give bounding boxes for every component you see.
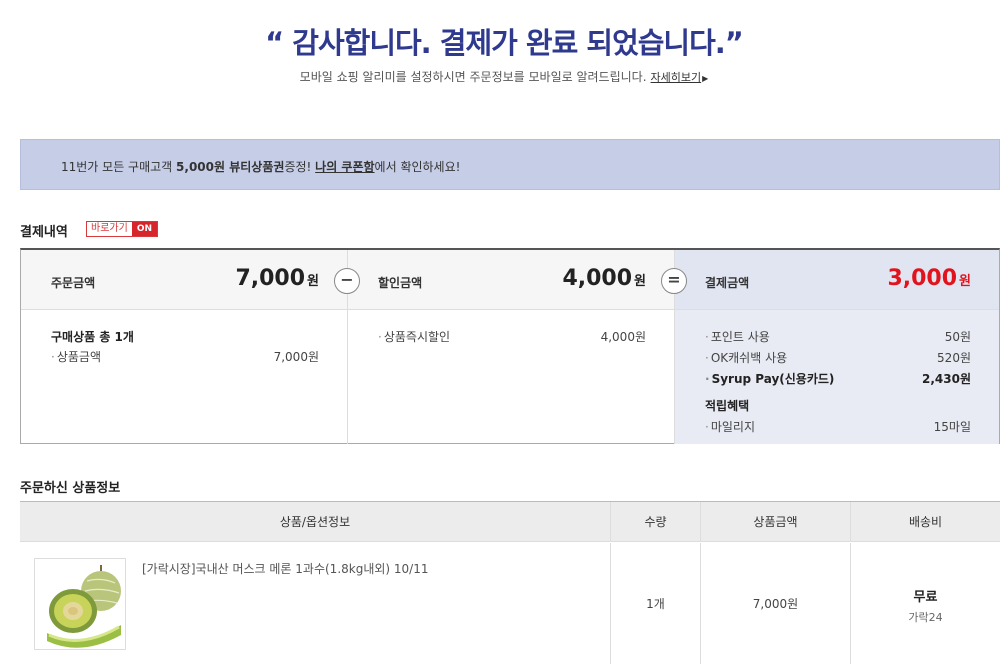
row-value: 15마일: [933, 420, 971, 434]
col-price: 상품금액: [701, 502, 851, 542]
order-amount-label: 주문금액: [51, 276, 96, 290]
page-title: “ 감사합니다. 결제가 완료 되었습니다.”: [265, 26, 744, 60]
discount-amount-unit: 원: [634, 274, 646, 289]
bullet-icon: ·: [705, 330, 709, 344]
discount-amount-header: 할인금액 4,000 원: [348, 250, 674, 310]
item-shipping: 무료 가락24: [851, 543, 1000, 664]
bullet-icon: ·: [705, 372, 710, 386]
minus-icon: −: [334, 268, 360, 294]
order-amount-header: 주문금액 7,000 원: [21, 250, 347, 310]
discount-amount-label: 할인금액: [378, 276, 423, 290]
shipping-origin: 가락24: [908, 611, 943, 624]
row-label: OK캐쉬백 사용: [710, 351, 788, 365]
mobile-alert-text: 모바일 쇼핑 알리미를 설정하시면 주문정보를 모바일로 알려드립니다.: [299, 70, 647, 84]
bullet-icon: ·: [51, 350, 55, 364]
item-quantity: 1개: [611, 543, 701, 664]
row-value: 50원: [944, 330, 971, 344]
col-quantity: 수량: [611, 502, 701, 542]
point-usage-row: · 포인트 사용 50원: [705, 328, 971, 345]
payment-section-title: 결제내역: [20, 225, 68, 240]
total-amount-header: 결제금액 3,000 원: [675, 250, 999, 310]
coupon-banner-text: 11번가 모든 구매고객 5,000원 뷰티상품권증정! 나의 쿠폰함에서 확인…: [61, 158, 460, 175]
more-info-link[interactable]: 자세히보기: [651, 71, 702, 84]
mileage-row: · 마일리지 15마일: [705, 418, 971, 435]
row-value: 2,430원: [922, 372, 971, 386]
row-value: 7,000원: [273, 350, 319, 364]
total-amount-number: 3,000: [887, 266, 958, 291]
order-info-section-title: 주문하신 상품정보: [20, 481, 121, 496]
order-amount-value: 7,000 원: [235, 266, 319, 291]
completion-header: “ 감사합니다. 결제가 완료 되었습니다.” 모바일 쇼핑 알리미를 설정하시…: [0, 0, 1008, 120]
equals-icon: =: [661, 268, 687, 294]
order-amount-column: 주문금액 7,000 원 구매상품 총 1개 · 상품금액 7,000원: [21, 250, 347, 444]
on-badge: ON: [131, 222, 157, 236]
total-amount-unit: 원: [959, 274, 971, 289]
row-label: 마일리지: [710, 420, 755, 434]
chevron-right-icon: ▶: [702, 74, 709, 83]
discount-amount-value: 4,000 원: [562, 266, 646, 291]
banner-highlight: 5,000원 뷰티상품권: [176, 160, 285, 174]
shipping-fee: 무료: [913, 590, 938, 605]
row-label: Syrup Pay(신용카드): [711, 372, 835, 386]
product-thumbnail[interactable]: [34, 558, 126, 650]
row-label: 상품즉시할인: [383, 330, 451, 344]
okcashbag-usage-row: · OK캐쉬백 사용 520원: [705, 349, 971, 366]
instant-discount-row: · 상품즉시할인 4,000원: [378, 328, 646, 345]
bullet-icon: ·: [378, 330, 382, 344]
coupon-banner: 11번가 모든 구매고객 5,000원 뷰티상품권증정! 나의 쿠폰함에서 확인…: [20, 139, 1000, 190]
total-amount-column: 결제금액 3,000 원 · 포인트 사용 50원 · OK캐쉬백 사용 520원 ·…: [674, 250, 999, 444]
payment-summary: 주문금액 7,000 원 구매상품 총 1개 · 상품금액 7,000원 할인금액 …: [20, 248, 1000, 444]
banner-text-3: 에서 확인하세요!: [374, 160, 461, 174]
item-price: 7,000원: [701, 543, 851, 664]
syrup-pay-row: · Syrup Pay(신용카드) 2,430원: [705, 370, 971, 387]
benefit-title: 적립혜택: [705, 399, 750, 413]
total-amount-value: 3,000 원: [887, 266, 971, 291]
product-amount-row: · 상품금액 7,000원: [51, 348, 319, 365]
row-label: 포인트 사용: [710, 330, 770, 344]
col-shipping: 배송비: [851, 502, 1000, 542]
row-value: 4,000원: [600, 330, 646, 344]
banner-text-1: 11번가 모든 구매고객: [61, 160, 177, 174]
banner-text-2: 증정!: [284, 160, 316, 174]
melon-image-icon: [35, 559, 125, 649]
row-label: 상품금액: [56, 350, 101, 364]
shortcut-on-button[interactable]: 바로가기 ON: [86, 221, 158, 237]
product-name-link[interactable]: [가락시장]국내산 머스크 메론 1과수(1.8kg내외) 10/11: [142, 560, 429, 577]
order-amount-unit: 원: [307, 274, 319, 289]
mobile-alert-notice: 모바일 쇼핑 알리미를 설정하시면 주문정보를 모바일로 알려드립니다. 자세히보…: [0, 68, 1008, 85]
col-product-option: 상품/옵션정보: [20, 502, 611, 542]
order-amount-number: 7,000: [235, 266, 306, 291]
bullet-icon: ·: [705, 351, 709, 365]
my-coupon-link[interactable]: 나의 쿠폰함: [315, 160, 374, 174]
bullet-icon: ·: [705, 420, 709, 434]
discount-amount-number: 4,000: [562, 266, 633, 291]
shortcut-label: 바로가기: [87, 222, 132, 236]
discount-amount-column: 할인금액 4,000 원 · 상품즉시할인 4,000원: [347, 250, 674, 444]
purchase-count-title: 구매상품 총 1개: [51, 330, 134, 344]
total-amount-label: 결제금액: [705, 276, 750, 290]
table-row: [가락시장]국내산 머스크 메론 1과수(1.8kg내외) 10/11: [20, 543, 611, 664]
order-items-table: 상품/옵션정보 수량 상품금액 배송비 [가락시장]국내산 머스크 메론 1과수…: [20, 501, 1000, 664]
row-value: 520원: [937, 351, 971, 365]
